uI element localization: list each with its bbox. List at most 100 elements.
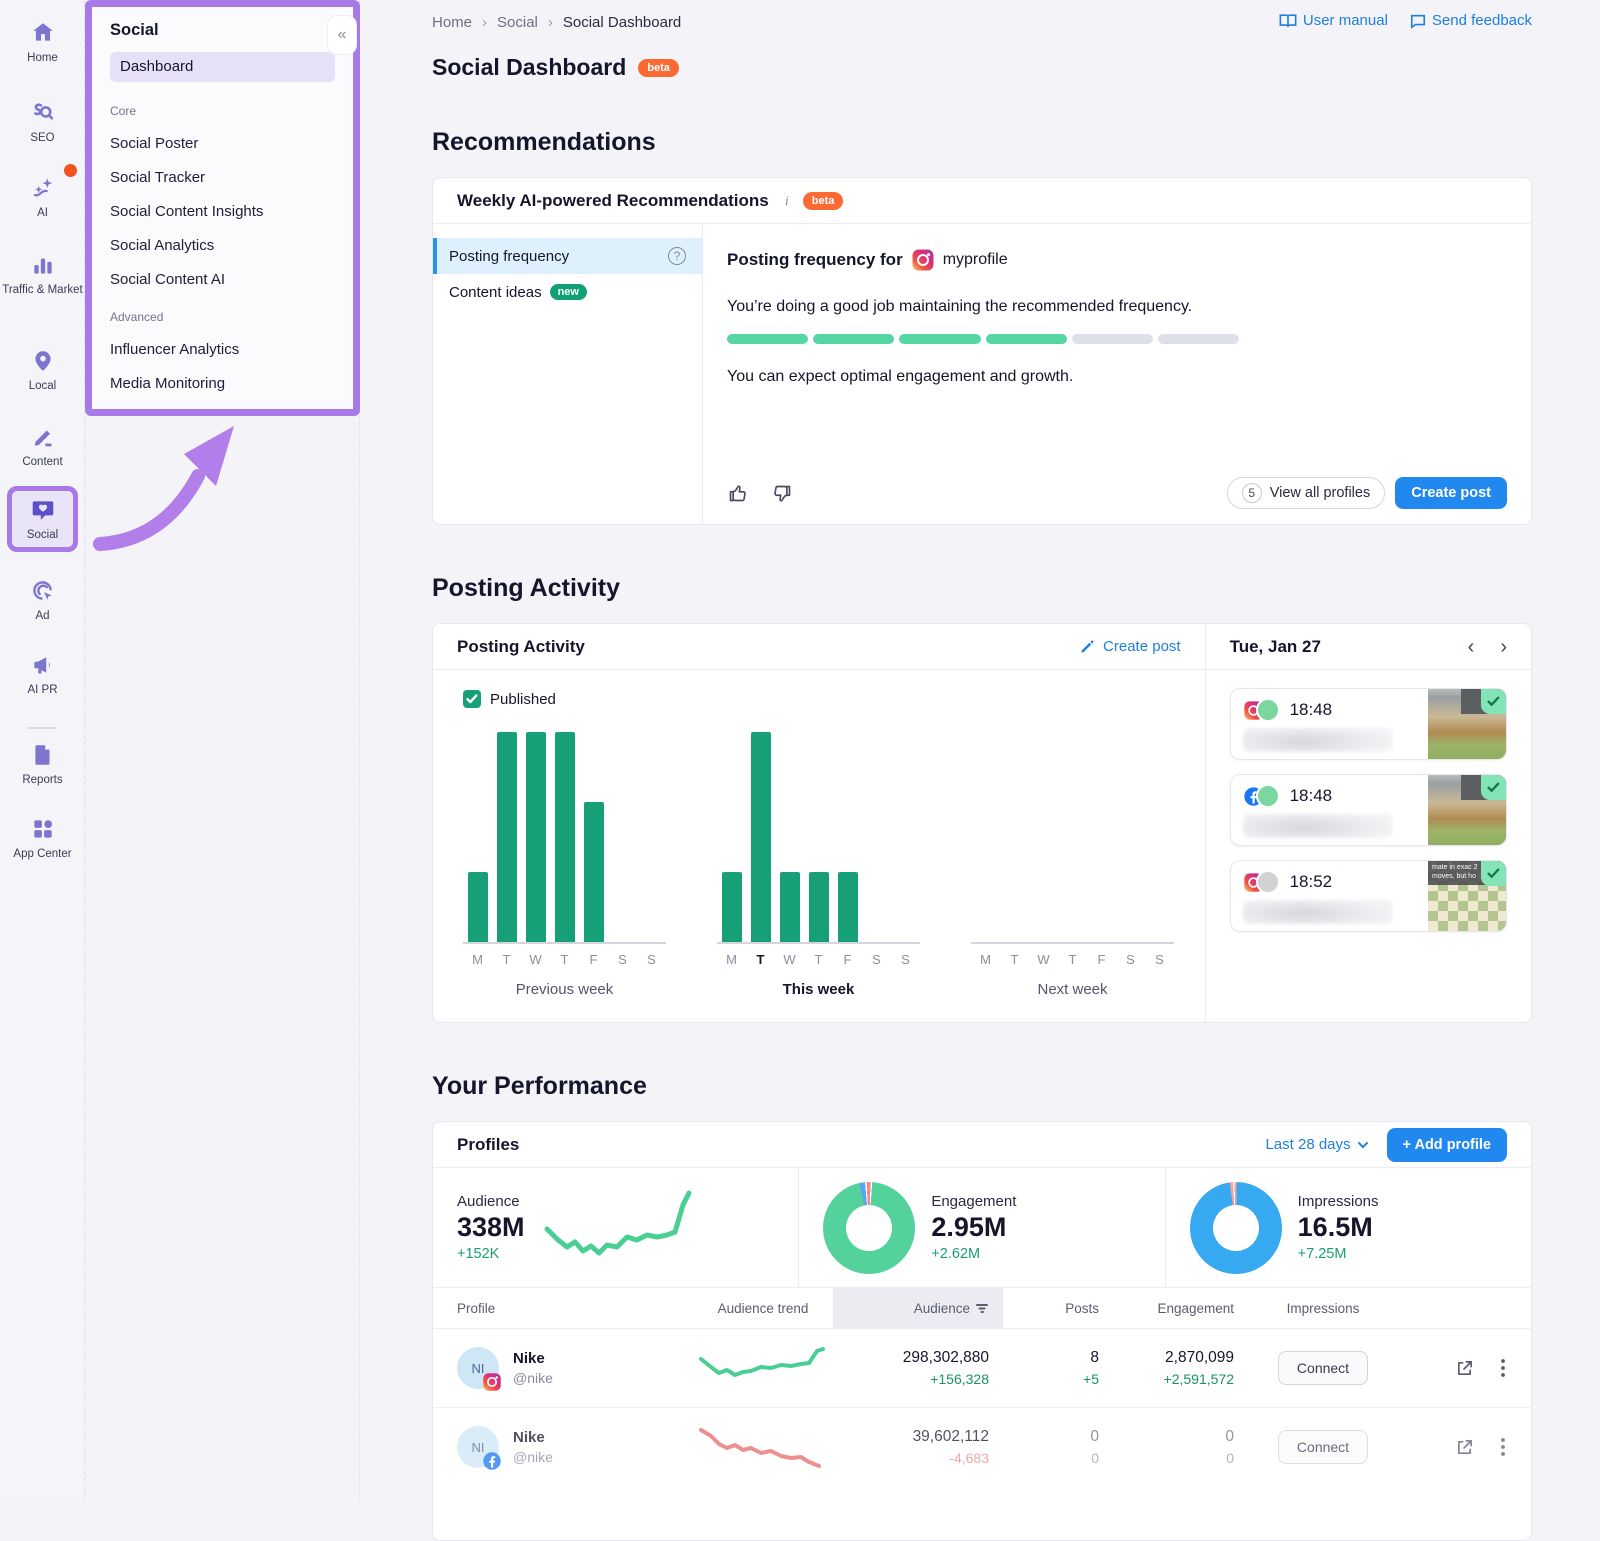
week-label: This week [717, 981, 920, 998]
menu-item-social-content-ai[interactable]: Social Content AI [110, 271, 335, 288]
kebab-menu-icon[interactable] [1501, 1359, 1505, 1377]
week-chart-previous: MTWTFSS Previous week [463, 732, 666, 998]
collapse-panel-button[interactable]: « [327, 15, 357, 55]
audience-delta: -4,683 [833, 1450, 989, 1466]
left-icon-rail: Home SEO AI Traffic & Market Local Conte… [0, 0, 85, 1500]
progress-segment [986, 334, 1067, 344]
info-icon[interactable]: i [779, 193, 795, 209]
scheduled-post-card[interactable]: 18:48 [1230, 774, 1507, 846]
profile-name[interactable]: Nike [513, 1429, 553, 1446]
view-all-profiles-button[interactable]: 5 View all profiles [1227, 477, 1385, 509]
posts-delta: 0 [1003, 1450, 1099, 1466]
sidebar-item-social[interactable]: Social [0, 497, 85, 542]
sidebar-item-label: Reports [0, 773, 85, 787]
breadcrumb-home[interactable]: Home [432, 14, 472, 31]
instagram-icon [911, 248, 935, 272]
profile-avatar [1256, 870, 1280, 894]
posts-value: 8 [1003, 1349, 1099, 1367]
posting-activity-heading: Posting Activity [432, 574, 1532, 603]
create-post-button[interactable]: Create post [1395, 477, 1507, 509]
menu-section-core: Core [110, 104, 335, 118]
send-feedback-link[interactable]: Send feedback [1410, 12, 1532, 29]
table-row: NI Nike @nike 298,302,880 +156,328 8 +5 [433, 1328, 1531, 1407]
breadcrumb-separator: › [482, 14, 487, 31]
menu-item-social-poster[interactable]: Social Poster [110, 135, 335, 152]
add-profile-button[interactable]: + Add profile [1387, 1128, 1507, 1162]
engagement-delta: +2,591,572 [1113, 1371, 1234, 1387]
date-range-dropdown[interactable]: Last 28 days [1265, 1136, 1368, 1153]
sidebar-item-label: AI [0, 206, 85, 220]
day-labels: MTWTFSS [717, 952, 920, 967]
tab-content-ideas[interactable]: Content ideas new [433, 274, 702, 310]
redacted-post-text [1243, 900, 1393, 924]
sidebar-item-reports[interactable]: Reports [0, 742, 85, 787]
sidebar-item-ad[interactable]: Ad [0, 578, 85, 623]
sidebar-item-app-center[interactable]: App Center [0, 816, 85, 861]
connect-button[interactable]: Connect [1278, 1430, 1368, 1464]
social-heart-bubble-icon [30, 497, 56, 523]
connect-button[interactable]: Connect [1278, 1351, 1368, 1385]
impressions-value: 16.5M [1298, 1212, 1379, 1243]
sidebar-item-seo[interactable]: SEO [0, 100, 85, 145]
bar-chart-icon [30, 252, 56, 278]
sidebar-item-home[interactable]: Home [0, 20, 85, 65]
menu-item-social-tracker[interactable]: Social Tracker [110, 169, 335, 186]
sort-column-audience[interactable]: Audience [833, 1288, 1003, 1328]
recommendation-message: You’re doing a good job maintaining the … [727, 298, 1507, 316]
secondary-panel-column: Social « Dashboard Core Social Poster So… [85, 0, 360, 1500]
profile-handle: @nike [513, 1449, 553, 1465]
progress-segment [1072, 334, 1153, 344]
engagement-delta: +2.62M [931, 1246, 1016, 1262]
audience-value: 39,602,112 [833, 1428, 989, 1446]
sidebar-item-content[interactable]: Content [0, 424, 85, 469]
help-icon[interactable]: ? [668, 247, 686, 265]
your-performance-heading: Your Performance [432, 1072, 1532, 1101]
menu-item-social-analytics[interactable]: Social Analytics [110, 237, 335, 254]
menu-item-social-content-insights[interactable]: Social Content Insights [110, 203, 335, 220]
avatar: NI [457, 1426, 499, 1468]
bars [463, 732, 666, 944]
report-doc-icon [30, 742, 56, 768]
scheduled-post-card[interactable]: 18:48 [1230, 688, 1507, 760]
scheduled-post-card[interactable]: 18:52 mate in exac 2 moves, but ho [1230, 860, 1507, 932]
user-manual-link[interactable]: User manual [1279, 12, 1388, 29]
sidebar-item-ai-pr[interactable]: AI PR [0, 652, 85, 697]
published-checkbox[interactable] [463, 690, 481, 708]
sidebar-item-ai[interactable]: AI [0, 175, 85, 220]
thumbs-down-icon[interactable] [772, 483, 793, 504]
open-external-icon[interactable] [1456, 1439, 1473, 1456]
published-check-icon [1481, 775, 1506, 800]
engagement-stat: Engagement 2.95M +2.62M [799, 1168, 1165, 1287]
map-pin-icon [30, 348, 56, 374]
menu-item-influencer-analytics[interactable]: Influencer Analytics [110, 341, 335, 358]
progress-segment [1158, 334, 1239, 344]
audience-trend-sparkline [693, 1424, 833, 1470]
recommendations-card-title: Weekly AI-powered Recommendations [457, 191, 769, 211]
profile-name[interactable]: Nike [513, 1350, 553, 1367]
thumbs-up-icon[interactable] [727, 483, 748, 504]
recommendation-tabs: Posting frequency ? Content ideas new [433, 224, 703, 525]
sidebar-item-local[interactable]: Local [0, 348, 85, 393]
table-row: NI Nike @nike 39,602,112 -4,683 0 0 0 [433, 1407, 1531, 1486]
profiles-table-header: Profile Audience trend Audience Posts En… [433, 1288, 1531, 1328]
panel-title: Social [110, 21, 335, 40]
sidebar-item-traffic-market[interactable]: Traffic & Market [0, 252, 85, 297]
menu-item-media-monitoring[interactable]: Media Monitoring [110, 375, 335, 392]
post-time: 18:52 [1290, 872, 1333, 892]
create-post-link[interactable]: Create post [1079, 638, 1181, 655]
tab-posting-frequency[interactable]: Posting frequency ? [433, 238, 702, 274]
kebab-menu-icon[interactable] [1501, 1438, 1505, 1456]
open-external-icon[interactable] [1456, 1360, 1473, 1377]
audience-delta: +156,328 [833, 1371, 989, 1387]
prev-day-button[interactable]: ‹ [1468, 637, 1475, 657]
next-day-button[interactable]: › [1500, 637, 1507, 657]
bars [971, 732, 1174, 944]
menu-item-dashboard[interactable]: Dashboard [110, 52, 335, 82]
breadcrumb-social[interactable]: Social [497, 14, 538, 31]
profile-avatar [1256, 698, 1280, 722]
posting-activity-card-title: Posting Activity [457, 637, 585, 657]
audience-value: 338M [457, 1212, 525, 1243]
sort-icon [976, 1303, 989, 1314]
week-label: Previous week [463, 981, 666, 998]
page-title: Social Dashboard [432, 54, 626, 81]
